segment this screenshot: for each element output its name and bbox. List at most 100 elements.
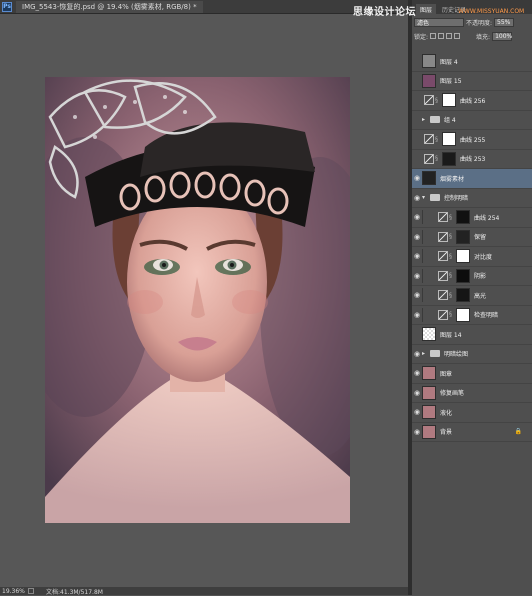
layer-row[interactable]: ◉ § 对比度 [412, 247, 532, 267]
eye-icon[interactable]: ◉ [412, 428, 422, 436]
layer-thumbnail[interactable] [422, 327, 436, 342]
layer-name[interactable]: 修复画笔 [440, 388, 464, 397]
layer-name[interactable]: 明暗绘图 [444, 349, 468, 358]
layer-row[interactable]: ◉ 液化 [412, 403, 532, 423]
layer-thumbnail[interactable] [422, 54, 436, 69]
layer-name[interactable]: 组 4 [444, 115, 456, 124]
link-icon[interactable]: § [449, 214, 454, 221]
layer-mask-thumbnail[interactable] [456, 210, 470, 225]
layer-row[interactable]: ◉ ▸ 明暗绘图 [412, 345, 532, 364]
layer-row[interactable]: ◉ 图层 4 [412, 52, 532, 72]
eye-icon[interactable]: ◉ [412, 57, 422, 65]
layer-name[interactable]: 曲线 253 [460, 154, 485, 163]
status-menu-icon[interactable] [28, 588, 34, 594]
link-icon[interactable]: § [435, 155, 440, 162]
eye-icon[interactable]: ◉ [412, 155, 422, 163]
eye-icon[interactable]: ◉ [412, 272, 422, 280]
layer-mask-thumbnail[interactable] [456, 229, 470, 244]
layer-name[interactable]: 高光 [474, 291, 486, 300]
layer-row[interactable]: ◉ 图层 15 [412, 72, 532, 91]
layer-name[interactable]: 曲线 256 [460, 96, 485, 105]
layer-mask-thumbnail[interactable] [442, 151, 456, 166]
layer-row[interactable]: ◉ § 曲线 254 [412, 208, 532, 228]
layer-name[interactable]: 烟雾素材 [440, 174, 464, 183]
layer-name[interactable]: 检查明暗 [474, 310, 498, 319]
layer-mask-thumbnail[interactable] [456, 249, 470, 264]
layer-row[interactable]: ◉ 背景 🔒 [412, 423, 532, 442]
layer-name[interactable]: 曲线 255 [460, 135, 485, 144]
layer-thumbnail[interactable] [422, 405, 436, 420]
layer-row[interactable]: ◉ ▾ 控制明暗 [412, 189, 532, 208]
layer-row[interactable]: ◉ § 曲线 253 [412, 150, 532, 169]
layer-row[interactable]: ◉ § 阴影 [412, 267, 532, 286]
document-artwork[interactable] [45, 77, 350, 523]
layer-name[interactable]: 液化 [440, 408, 452, 417]
layer-row[interactable]: ◉ 烟雾素材 [412, 169, 532, 189]
layer-mask-thumbnail[interactable] [456, 307, 470, 322]
eye-icon[interactable]: ◉ [412, 77, 422, 85]
layer-row[interactable]: ◉ 修复画笔 [412, 384, 532, 403]
layer-name[interactable]: 图层 14 [440, 330, 462, 339]
link-icon[interactable]: § [449, 311, 454, 318]
opacity-field[interactable]: 55% [494, 17, 515, 27]
layer-name[interactable]: 图章 [440, 369, 452, 378]
layer-row[interactable]: ◉ § 曲线 256 [412, 91, 532, 111]
eye-icon[interactable]: ◉ [412, 96, 422, 104]
lock-paint-icon[interactable] [438, 33, 445, 39]
link-icon[interactable]: § [449, 253, 454, 260]
layer-row[interactable]: ◉ 图章 [412, 364, 532, 384]
layer-row[interactable]: ◉▸ 组 4 [412, 111, 532, 130]
layer-mask-thumbnail[interactable] [456, 288, 470, 303]
layer-mask-thumbnail[interactable] [442, 132, 456, 147]
layer-thumbnail[interactable] [422, 73, 436, 88]
eye-icon[interactable]: ◉ [412, 350, 422, 358]
canvas-area[interactable] [0, 14, 408, 587]
layer-row[interactable]: ◉ § 高光 [412, 286, 532, 306]
fill-field[interactable]: 100% [492, 31, 512, 41]
eye-icon[interactable]: ◉ [412, 116, 422, 124]
lock-transparent-icon[interactable] [430, 33, 437, 39]
layer-name[interactable]: 控制明暗 [444, 193, 468, 202]
link-icon[interactable]: § [449, 272, 454, 279]
layer-row[interactable]: ◉ 图层 14 [412, 325, 532, 345]
layer-thumbnail[interactable] [422, 171, 436, 186]
layer-row[interactable]: ◉ § 保留 [412, 228, 532, 247]
eye-icon[interactable]: ◉ [412, 311, 422, 319]
link-icon[interactable]: § [435, 97, 440, 104]
layer-name[interactable]: 背景 [440, 427, 452, 436]
chevron-down-icon[interactable]: ▾ [422, 194, 428, 201]
tab-layers[interactable]: 图层 [416, 4, 437, 14]
eye-icon[interactable]: ◉ [412, 291, 422, 299]
eye-icon[interactable]: ◉ [412, 252, 422, 260]
eye-icon[interactable]: ◉ [412, 369, 422, 377]
layer-name[interactable]: 曲线 254 [474, 213, 499, 222]
blend-mode-select[interactable]: 滤色 [414, 17, 464, 27]
chevron-right-icon[interactable]: ▸ [422, 350, 428, 357]
eye-icon[interactable]: ◉ [412, 330, 422, 338]
layer-name[interactable]: 保留 [474, 232, 486, 241]
chevron-right-icon[interactable]: ▸ [422, 116, 428, 123]
layer-name[interactable]: 阴影 [474, 271, 486, 280]
link-icon[interactable]: § [449, 233, 454, 240]
layer-thumbnail[interactable] [422, 424, 436, 439]
layer-row[interactable]: ◉ § 检查明暗 [412, 306, 532, 325]
eye-icon[interactable]: ◉ [412, 233, 422, 241]
lock-all-icon[interactable] [454, 33, 461, 39]
layer-name[interactable]: 对比度 [474, 252, 492, 261]
eye-icon[interactable]: ◉ [412, 213, 422, 221]
eye-icon[interactable]: ◉ [412, 135, 422, 143]
layer-mask-thumbnail[interactable] [442, 93, 456, 108]
layer-name[interactable]: 图层 4 [440, 57, 458, 66]
layer-mask-thumbnail[interactable] [456, 268, 470, 283]
eye-icon[interactable]: ◉ [412, 389, 422, 397]
document-tab[interactable]: IMG_5543-恢复的.psd @ 19.4% (烟雾素材, RGB/8) * [16, 0, 203, 13]
link-icon[interactable]: § [449, 292, 454, 299]
eye-icon[interactable]: ◉ [412, 194, 422, 202]
lock-position-icon[interactable] [446, 33, 453, 39]
link-icon[interactable]: § [435, 136, 440, 143]
layer-row[interactable]: ◉ § 曲线 255 [412, 130, 532, 150]
eye-icon[interactable]: ◉ [412, 174, 422, 182]
layer-thumbnail[interactable] [422, 366, 436, 381]
eye-icon[interactable]: ◉ [412, 408, 422, 416]
layer-name[interactable]: 图层 15 [440, 76, 462, 85]
